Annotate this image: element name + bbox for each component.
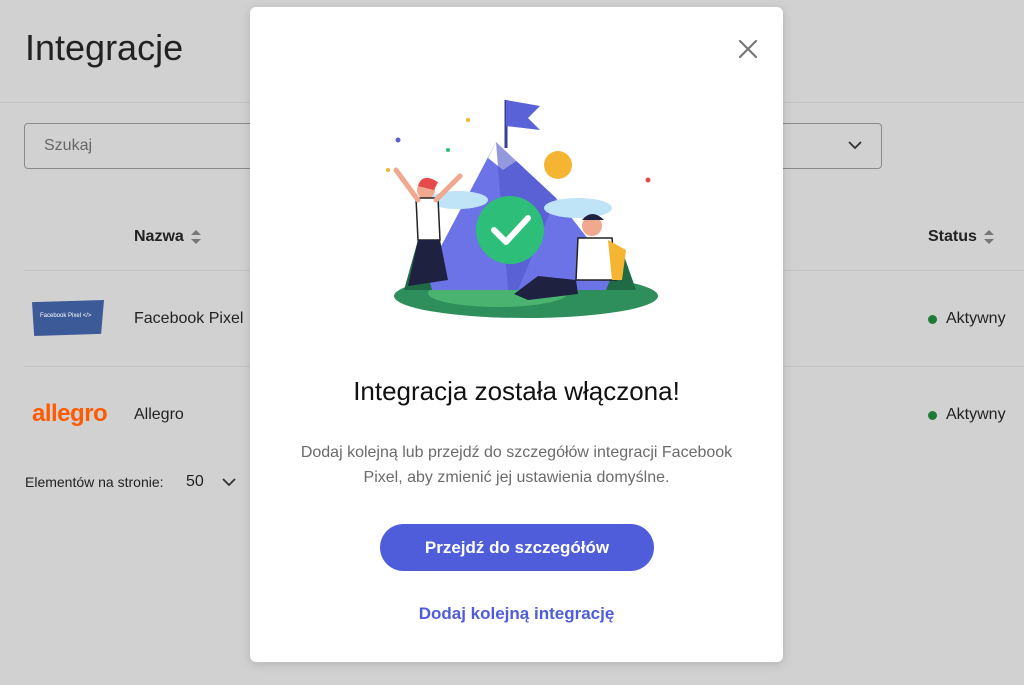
status-label: Aktywny xyxy=(946,310,1006,327)
status-label: Aktywny xyxy=(946,406,1006,423)
per-page-select[interactable]: 50 xyxy=(186,473,204,491)
column-header-label: Nazwa xyxy=(134,228,184,245)
close-icon[interactable] xyxy=(735,36,761,62)
go-to-details-button[interactable]: Przejdź do szczegółów xyxy=(380,524,654,571)
status-dot-icon xyxy=(928,314,937,324)
status-dot-icon xyxy=(928,410,937,420)
modal-description: Dodaj kolejną lub przejdź do szczegółów … xyxy=(300,444,733,486)
modal-title: Integracja została włączona! xyxy=(353,376,680,406)
sort-icon xyxy=(983,230,994,244)
chevron-down-icon xyxy=(848,141,862,150)
page-title: Integracje xyxy=(25,27,184,68)
logo-text: Facebook Pixel </> xyxy=(40,313,92,319)
table-row-name[interactable]: Facebook Pixel xyxy=(134,310,243,328)
column-header-name[interactable]: Nazwa xyxy=(134,228,201,246)
column-header-status[interactable]: Status xyxy=(928,228,994,246)
column-header-label: Status xyxy=(928,228,977,245)
success-illustration xyxy=(386,100,658,318)
add-another-integration-link[interactable]: Dodaj kolejną integrację xyxy=(250,604,783,624)
facebook-pixel-logo: Facebook Pixel </> xyxy=(32,300,104,336)
table-row-name[interactable]: Allegro xyxy=(134,406,184,424)
search-placeholder: Szukaj xyxy=(44,137,93,154)
sort-icon xyxy=(190,230,201,244)
success-modal: Integracja została włączona! Dodaj kolej… xyxy=(250,7,783,662)
chevron-down-icon[interactable] xyxy=(221,474,237,490)
allegro-logo: allegro xyxy=(32,400,108,427)
status-badge: Aktywny xyxy=(928,406,1006,424)
per-page-label: Elementów na stronie: xyxy=(25,474,164,490)
status-badge: Aktywny xyxy=(928,310,1006,328)
